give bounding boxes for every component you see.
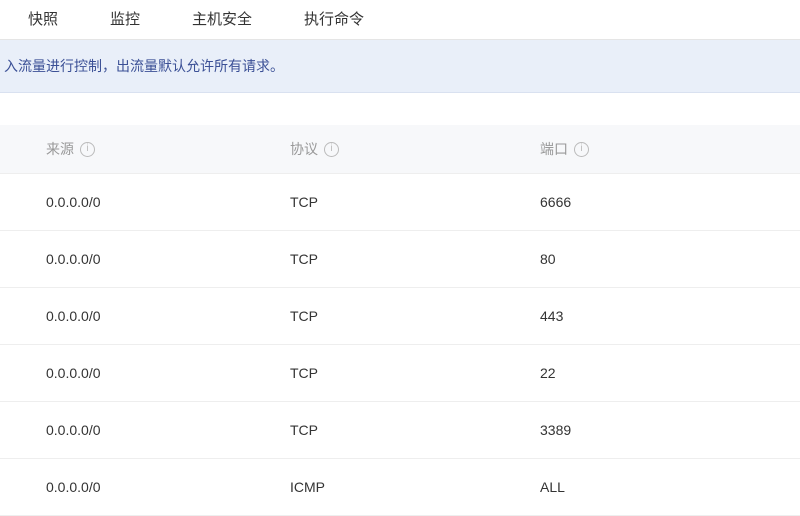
cell-port: 6666	[540, 194, 800, 210]
cell-protocol: TCP	[290, 422, 540, 438]
table-row: 0.0.0.0/0 TCP 22	[0, 345, 800, 402]
cell-port: 3389	[540, 422, 800, 438]
table-row: 0.0.0.0/0 TCP 3389	[0, 402, 800, 459]
cell-source: 0.0.0.0/0	[0, 308, 290, 324]
cell-source: 0.0.0.0/0	[0, 194, 290, 210]
cell-protocol: TCP	[290, 251, 540, 267]
table-row: 0.0.0.0/0 ICMP ALL	[0, 459, 800, 516]
header-source-label: 来源	[46, 139, 74, 159]
info-icon[interactable]: i	[80, 142, 95, 157]
cell-source: 0.0.0.0/0	[0, 479, 290, 495]
header-protocol: 协议 i	[290, 139, 540, 159]
tab-host-security[interactable]: 主机安全	[192, 8, 252, 29]
header-port: 端口 i	[540, 139, 800, 159]
header-protocol-label: 协议	[290, 139, 318, 159]
header-source: 来源 i	[0, 139, 290, 159]
table-row: 0.0.0.0/0 TCP 80	[0, 231, 800, 288]
cell-port: 80	[540, 251, 800, 267]
table-row: 0.0.0.0/0 TCP 443	[0, 288, 800, 345]
info-icon[interactable]: i	[324, 142, 339, 157]
notice-banner: 入流量进行控制，出流量默认允许所有请求。	[0, 40, 800, 93]
tab-snapshot[interactable]: 快照	[28, 8, 58, 29]
firewall-rules-table: 来源 i 协议 i 端口 i 0.0.0.0/0 TCP 6666 0.0.0.…	[0, 93, 800, 516]
tab-exec-cmd[interactable]: 执行命令	[304, 8, 364, 29]
table-row: 0.0.0.0/0 TCP 6666	[0, 174, 800, 231]
info-icon[interactable]: i	[574, 142, 589, 157]
cell-protocol: ICMP	[290, 479, 540, 495]
cell-protocol: TCP	[290, 194, 540, 210]
cell-port: ALL	[540, 479, 800, 495]
tab-monitor[interactable]: 监控	[110, 8, 140, 29]
cell-port: 22	[540, 365, 800, 381]
cell-protocol: TCP	[290, 365, 540, 381]
table-header-row: 来源 i 协议 i 端口 i	[0, 125, 800, 174]
cell-port: 443	[540, 308, 800, 324]
cell-source: 0.0.0.0/0	[0, 365, 290, 381]
cell-source: 0.0.0.0/0	[0, 422, 290, 438]
tab-bar: 快照 监控 主机安全 执行命令	[0, 0, 800, 40]
cell-source: 0.0.0.0/0	[0, 251, 290, 267]
header-port-label: 端口	[540, 139, 568, 159]
cell-protocol: TCP	[290, 308, 540, 324]
